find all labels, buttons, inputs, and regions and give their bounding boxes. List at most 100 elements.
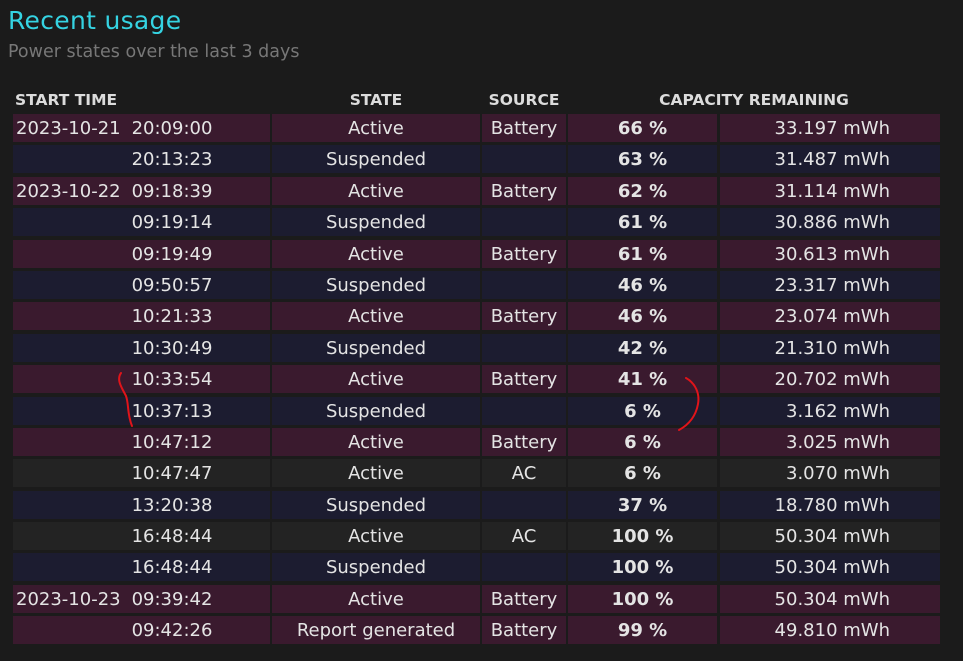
state-cell: Suspended — [272, 270, 480, 299]
capacity-mwh-cell-text: 33.197 mWh — [774, 118, 890, 139]
capacity-mwh-cell: 33.197 mWh — [720, 114, 940, 142]
start-time: 09:19:14 — [131, 212, 213, 234]
table-row: 16:48:44 Suspended 100 % 50.304 mWh — [0, 552, 963, 583]
source-cell: Battery — [482, 427, 566, 456]
table-row: 09:50:57 Suspended 46 % 23.317 mWh — [0, 270, 963, 301]
capacity-mwh-cell: 18.780 mWh — [720, 490, 940, 519]
start-time: 10:21:33 — [131, 306, 213, 328]
capacity-percent-cell: 62 % — [568, 176, 717, 205]
capacity-percent-cell: 61 % — [568, 239, 717, 268]
state-cell: Suspended — [272, 553, 480, 582]
capacity-percent-cell: 66 % — [568, 114, 717, 142]
table-row: 20:13:23 Suspended 63 % 31.487 mWh — [0, 144, 963, 175]
column-header-start-time: START TIME — [15, 91, 118, 109]
capacity-mwh-cell: 30.613 mWh — [720, 239, 940, 268]
capacity-percent-cell: 41 % — [568, 365, 717, 394]
state-cell: Active — [272, 427, 480, 456]
capacity-percent-cell: 42 % — [568, 333, 717, 362]
start-time: 09:39:42 — [131, 588, 213, 610]
start-time: 09:18:39 — [131, 180, 213, 202]
source-cell: Battery — [482, 114, 566, 142]
capacity-mwh-cell-text: 20.702 mWh — [774, 369, 890, 391]
capacity-percent-cell: 99 % — [568, 616, 717, 645]
capacity-mwh-cell: 20.702 mWh — [720, 365, 940, 394]
capacity-percent-cell: 6 % — [568, 396, 717, 425]
source-cell — [482, 553, 566, 582]
capacity-percent-cell: 46 % — [568, 270, 717, 299]
source-cell — [482, 333, 566, 362]
state-cell: Suspended — [272, 145, 480, 174]
start-time: 16:48:44 — [131, 526, 213, 548]
start-time: 20:13:23 — [131, 149, 213, 171]
state-cell: Active — [272, 459, 480, 488]
capacity-mwh-cell-text: 30.886 mWh — [774, 212, 890, 234]
start-date: 2023-10-23 — [16, 588, 121, 610]
start-time: 10:47:47 — [131, 463, 213, 485]
state-cell: Suspended — [272, 490, 480, 519]
source-cell — [482, 396, 566, 425]
start-time: 09:19:49 — [131, 243, 213, 265]
table-row: 10:37:13 Suspended 6 % 3.162 mWh — [0, 396, 963, 427]
state-cell: Suspended — [272, 208, 480, 237]
table-row: 09:19:49 Active Battery 61 % 30.613 mWh — [0, 239, 963, 270]
capacity-percent-cell: 46 % — [568, 302, 717, 331]
state-cell: Active — [272, 584, 480, 613]
start-time: 10:47:12 — [131, 431, 213, 453]
start-time: 10:37:13 — [131, 400, 213, 422]
capacity-mwh-cell: 49.810 mWh — [720, 616, 940, 645]
source-cell: AC — [482, 459, 566, 488]
capacity-mwh-cell-text: 31.114 mWh — [774, 180, 890, 202]
state-cell: Suspended — [272, 333, 480, 362]
capacity-mwh-cell-text: 3.162 mWh — [786, 400, 890, 422]
source-cell: AC — [482, 522, 566, 551]
source-cell — [482, 145, 566, 174]
capacity-mwh-cell-text: 18.780 mWh — [774, 494, 890, 516]
table-row: 10:21:33 Active Battery 46 % 23.074 mWh — [0, 301, 963, 332]
state-cell: Active — [272, 522, 480, 551]
capacity-percent-cell: 61 % — [568, 208, 717, 237]
capacity-mwh-cell: 3.025 mWh — [720, 427, 940, 456]
capacity-mwh-cell: 50.304 mWh — [720, 522, 940, 551]
column-header-source: SOURCE — [488, 91, 560, 109]
column-header-state: STATE — [349, 91, 403, 109]
table-row: 09:42:26 Report generated Battery 99 % 49.81… — [0, 615, 963, 646]
capacity-mwh-cell-text: 50.304 mWh — [774, 526, 890, 548]
capacity-mwh-cell: 21.310 mWh — [720, 333, 940, 362]
start-time: 10:33:54 — [131, 369, 213, 391]
source-cell: Battery — [482, 584, 566, 613]
table-row: 13:20:38 Suspended 37 % 18.780 mWh — [0, 490, 963, 521]
table-row: 2023-10-21 20:09:00 Active Battery 66 % 33.19… — [0, 113, 963, 144]
source-cell: Battery — [482, 176, 566, 205]
capacity-mwh-cell-text: 23.074 mWh — [774, 306, 890, 328]
state-cell: Active — [272, 176, 480, 205]
table-row: 10:47:12 Active Battery 6 % 3.025 mWh — [0, 427, 963, 458]
source-cell — [482, 208, 566, 237]
capacity-mwh-cell: 31.114 mWh — [720, 176, 940, 205]
usage-table: 2023-10-21 20:09:00 Active Battery 66 % 33.19… — [0, 113, 963, 647]
start-time: 16:48:44 — [131, 557, 213, 579]
source-cell: Battery — [482, 239, 566, 268]
state-cell: Report generated — [272, 616, 480, 645]
table-row: 10:33:54 Active Battery 41 % 20.702 mWh — [0, 364, 963, 395]
page-title: Recent usage — [8, 6, 182, 35]
capacity-mwh-cell-text: 21.310 mWh — [774, 337, 890, 359]
capacity-mwh-cell: 50.304 mWh — [720, 584, 940, 613]
page-subtitle: Power states over the last 3 days — [8, 42, 300, 62]
column-header-capacity-remaining: CAPACITY REMAINING — [659, 91, 849, 109]
start-time: 10:30:49 — [131, 337, 213, 359]
table-row: 10:30:49 Suspended 42 % 21.310 mWh — [0, 333, 963, 364]
source-cell — [482, 270, 566, 299]
source-cell: Battery — [482, 616, 566, 645]
capacity-mwh-cell-text: 50.304 mWh — [774, 557, 890, 579]
capacity-mwh-cell-text: 3.025 mWh — [786, 431, 890, 453]
state-cell: Active — [272, 114, 480, 142]
start-date: 2023-10-21 — [16, 118, 121, 139]
capacity-mwh-cell-text: 50.304 mWh — [774, 588, 890, 610]
capacity-percent-cell: 6 % — [568, 459, 717, 488]
capacity-mwh-cell-text: 23.317 mWh — [774, 274, 890, 296]
start-time: 20:09:00 — [131, 118, 213, 139]
capacity-mwh-cell: 23.074 mWh — [720, 302, 940, 331]
table-row: 2023-10-23 09:39:42 Active Battery 100 % 50.3… — [0, 584, 963, 615]
start-date: 2023-10-22 — [16, 180, 121, 202]
start-time: 09:42:26 — [131, 620, 213, 642]
